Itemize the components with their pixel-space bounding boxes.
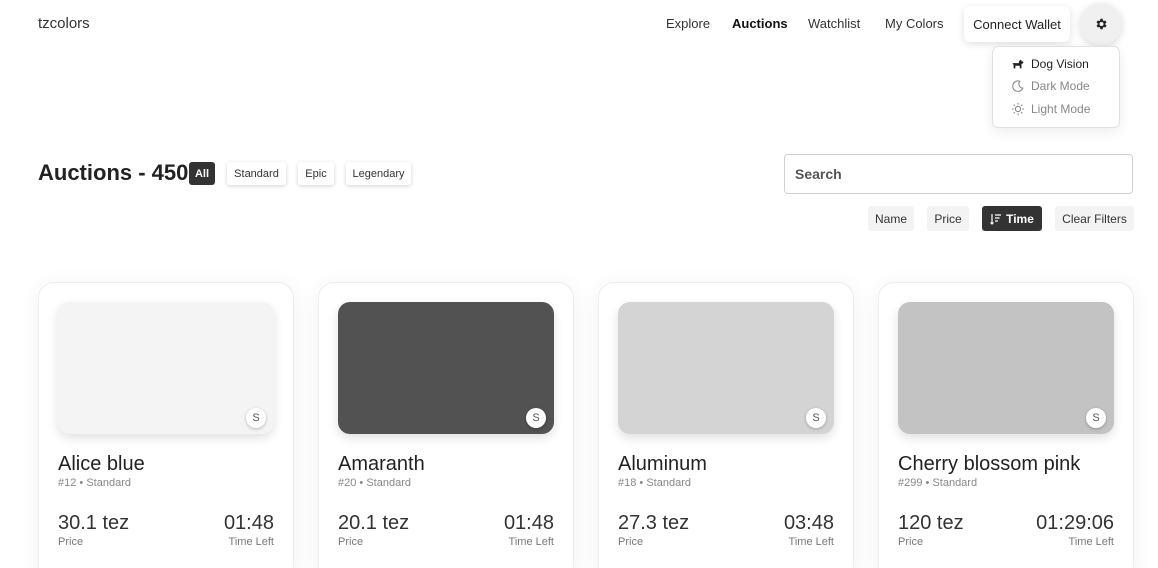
card-meta: #20 • Standard: [338, 477, 411, 489]
nav-my-colors[interactable]: My Colors: [885, 16, 944, 31]
filter-all[interactable]: All: [189, 162, 215, 185]
card-price-label: Price: [898, 536, 924, 548]
settings-button[interactable]: [1080, 3, 1122, 45]
filter-epic[interactable]: Epic: [298, 162, 334, 185]
tier-badge: S: [246, 408, 266, 428]
sort-time[interactable]: Time: [982, 206, 1042, 231]
sort-descending-icon: [990, 213, 1002, 225]
color-swatch: S: [338, 302, 554, 434]
card-time-left: 01:29:06: [1036, 512, 1114, 534]
dog-icon: [1012, 59, 1024, 69]
card-time-label: Time Left: [1068, 536, 1114, 548]
sun-icon: [1011, 102, 1025, 116]
menu-item-label: Dark Mode: [1031, 79, 1090, 93]
color-card[interactable]: S Aluminum #18 • Standard 27.3 tez Price…: [598, 282, 854, 568]
color-card[interactable]: S Amaranth #20 • Standard 20.1 tez Price…: [318, 282, 574, 568]
menu-item-label: Dog Vision: [1031, 57, 1089, 71]
sort-price[interactable]: Price: [927, 206, 969, 231]
card-name: Amaranth: [338, 453, 425, 475]
card-name: Alice blue: [58, 453, 145, 475]
nav-auctions[interactable]: Auctions: [732, 16, 788, 31]
clear-filters-button[interactable]: Clear Filters: [1055, 206, 1134, 231]
color-card[interactable]: S Alice blue #12 • Standard 30.1 tez Pri…: [38, 282, 294, 568]
card-price: 20.1 tez: [338, 512, 410, 534]
card-name: Aluminum: [618, 453, 707, 475]
logo[interactable]: tzcolors: [38, 15, 90, 32]
auction-count: 450: [151, 160, 189, 185]
card-time-left: 01:48: [503, 512, 554, 534]
tier-badge: S: [806, 408, 826, 428]
page-title-text: Auctions -: [38, 160, 152, 185]
page-title: Auctions - 450: [38, 160, 188, 186]
search-input[interactable]: [784, 154, 1133, 194]
nav-watchlist[interactable]: Watchlist: [808, 16, 860, 31]
card-time-left: 03:48: [783, 512, 834, 534]
gear-icon: [1096, 18, 1107, 30]
card-price: 27.3 tez: [618, 512, 690, 534]
card-meta: #18 • Standard: [618, 477, 691, 489]
color-swatch: S: [898, 302, 1114, 434]
nav-explore[interactable]: Explore: [666, 16, 710, 31]
tier-badge: S: [526, 408, 546, 428]
card-time-left: 01:48: [223, 512, 274, 534]
connect-wallet-button[interactable]: Connect Wallet: [964, 6, 1070, 42]
tier-badge: S: [1086, 408, 1106, 428]
card-meta: #299 • Standard: [898, 477, 978, 489]
card-meta: #12 • Standard: [58, 477, 131, 489]
menu-item-dog-vision[interactable]: Dog Vision: [1011, 57, 1089, 71]
card-price-label: Price: [618, 536, 644, 548]
color-card[interactable]: S Cherry blossom pink #299 • Standard 12…: [878, 282, 1134, 568]
card-price-label: Price: [338, 536, 364, 548]
card-time-label: Time Left: [508, 536, 554, 548]
card-name: Cherry blossom pink: [898, 453, 1081, 475]
settings-menu: Dog Vision Dark Mode Light Mode: [992, 46, 1120, 128]
menu-item-dark-mode[interactable]: Dark Mode: [1011, 79, 1090, 93]
card-price-label: Price: [58, 536, 84, 548]
color-swatch: S: [58, 302, 274, 434]
filter-standard[interactable]: Standard: [227, 162, 286, 185]
card-price: 120 tez: [898, 512, 964, 534]
card-price: 30.1 tez: [58, 512, 130, 534]
menu-item-label: Light Mode: [1031, 102, 1091, 116]
menu-item-light-mode[interactable]: Light Mode: [1011, 102, 1090, 116]
card-time-label: Time Left: [788, 536, 834, 548]
moon-icon: [1012, 80, 1024, 92]
card-time-label: Time Left: [228, 536, 274, 548]
sort-time-label: Time: [1006, 211, 1034, 226]
color-swatch: S: [618, 302, 834, 434]
sort-name[interactable]: Name: [868, 206, 914, 231]
filter-legendary[interactable]: Legendary: [346, 162, 411, 185]
